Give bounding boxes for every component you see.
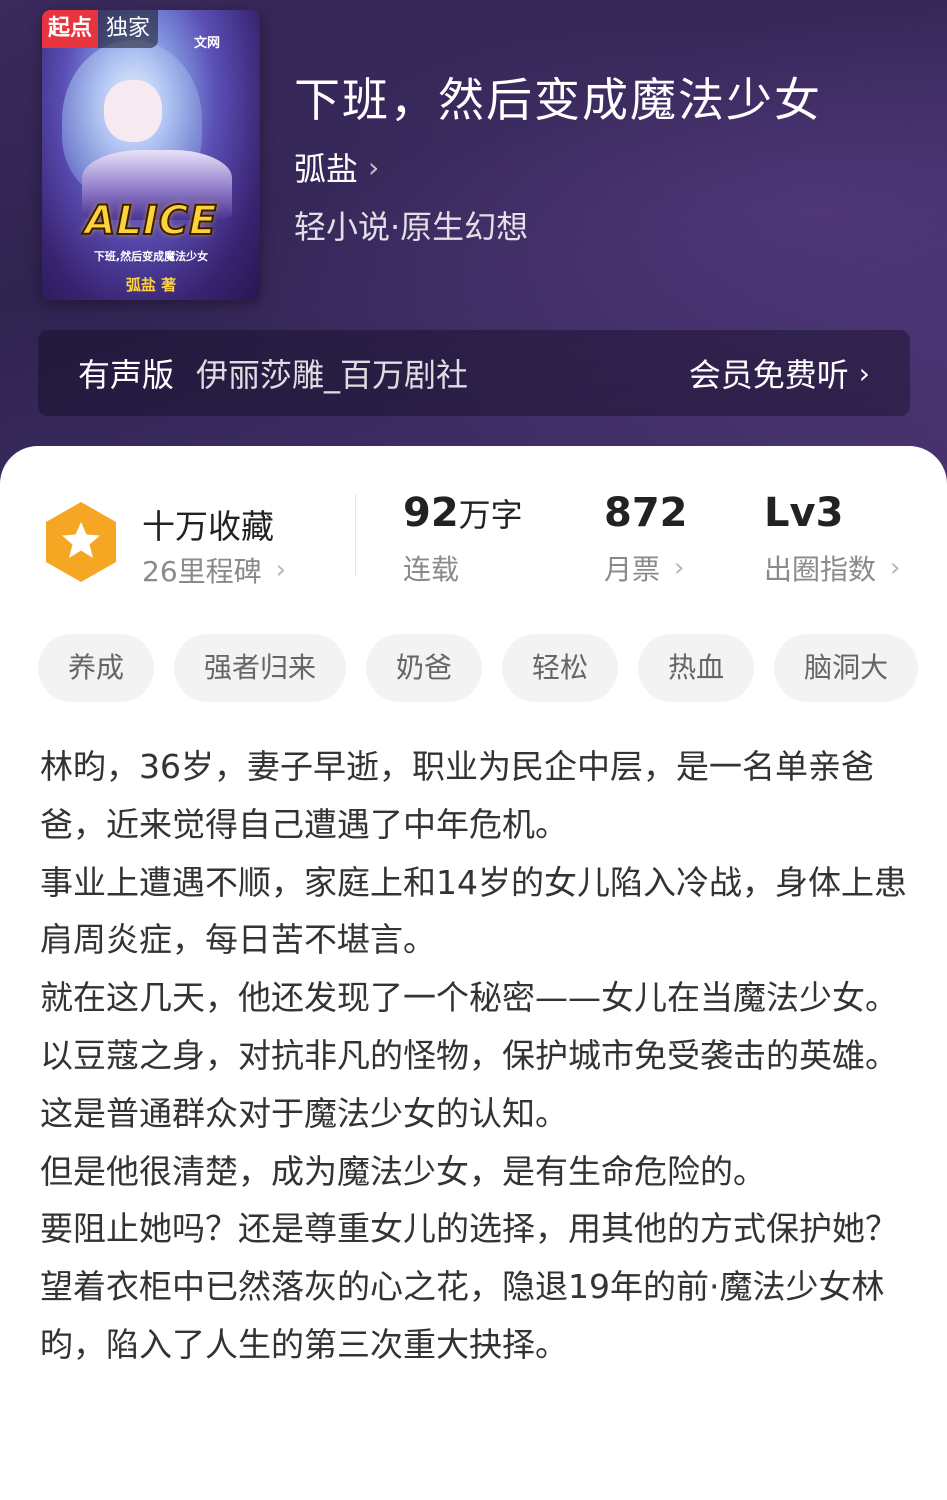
exclusive-label: 独家: [98, 10, 159, 48]
qidian-badge: 起点: [42, 10, 99, 48]
book-genre: 轻小说·原生幻想: [294, 208, 529, 246]
popularity-index-label: 出圈指数: [764, 553, 877, 586]
monthly-tickets-label: 月票: [604, 553, 661, 586]
word-count-number: 92: [403, 490, 459, 536]
monthly-tickets-number: 872: [604, 490, 688, 536]
tag-chip[interactable]: 轻松: [502, 634, 619, 702]
member-free-listen-button[interactable]: 会员免费听 ›: [689, 350, 870, 396]
cover-author-art: 弧盐 著: [125, 276, 177, 294]
description-paragraph: 但是他很清楚，成为魔法少女，是有生命危险的。: [40, 1151, 766, 1191]
audio-label: 有声版: [78, 356, 175, 394]
tag-chip[interactable]: 热血: [638, 634, 755, 702]
word-count-stat: 92万字 连载: [403, 490, 523, 588]
chevron-right-icon: ›: [890, 553, 901, 583]
exclusive-badge: 起点 独家: [42, 10, 159, 48]
audio-version-bar[interactable]: 有声版 伊丽莎雕_百万剧社 会员免费听 ›: [38, 330, 910, 416]
milestones-link[interactable]: 26里程碑 ›: [142, 550, 286, 590]
book-cover[interactable]: 起点 独家 文网 ALICE 下班,然后变成魔法少女 弧盐 著: [42, 10, 260, 300]
description-paragraph: 林昀，36岁，妻子早逝，职业为民企中层，是一名单亲爸爸，近来觉得自己遭遇了中年危…: [40, 747, 874, 844]
cover-site-text: 文网: [194, 36, 221, 51]
description-paragraph: 以豆蔻之身，对抗非凡的怪物，保护城市免受袭击的英雄。这是普通群众对于魔法少女的认…: [40, 1035, 898, 1133]
milestones-label: 26里程碑: [142, 555, 262, 588]
monthly-tickets-stat[interactable]: 872 月票 ›: [604, 490, 688, 588]
author-name: 弧盐: [294, 150, 359, 188]
author-link[interactable]: 弧盐 ›: [294, 144, 379, 190]
audio-narrator: 伊丽莎雕_百万剧社: [196, 356, 469, 394]
cover-title-art: ALICE: [83, 197, 218, 245]
word-count-unit: 万字: [458, 496, 523, 534]
serial-status: 连载: [403, 553, 460, 586]
cover-character-face: [104, 80, 162, 142]
chevron-right-icon: ›: [674, 553, 685, 583]
popularity-level: Lv3: [764, 490, 844, 536]
tag-chip[interactable]: 奶爸: [366, 634, 483, 702]
description-paragraph: 要阻止她吗？还是尊重女儿的选择，用其他的方式保护她？: [40, 1209, 898, 1249]
tag-chip[interactable]: 养成: [38, 634, 155, 702]
tag-chip[interactable]: 强者归来: [174, 634, 347, 702]
description-paragraph: 望着衣柜中已然落灰的心之花，隐退19年的前·魔法少女林昀，陷入了人生的第三次重大…: [40, 1267, 885, 1364]
stats-divider: [355, 494, 356, 576]
member-free-listen-label: 会员免费听: [688, 356, 849, 394]
chevron-right-icon: ›: [275, 555, 287, 585]
book-description[interactable]: 林昀，36岁，妻子早逝，职业为民企中层，是一名单亲爸爸，近来觉得自己遭遇了中年危…: [40, 738, 912, 1374]
cover-subtitle-art: 下班,然后变成魔法少女: [93, 250, 209, 263]
favorite-star-icon: [46, 502, 116, 582]
chevron-right-icon: ›: [858, 356, 870, 390]
tag-chip[interactable]: 脑洞大: [774, 634, 919, 702]
chevron-right-icon: ›: [368, 150, 380, 184]
tag-list: 养成 强者归来 奶爸 轻松 热血 脑洞大: [38, 634, 919, 702]
description-paragraph: 事业上遭遇不顺，家庭上和14岁的女儿陷入冷战，身体上患肩周炎症，每日苦不堪言。: [40, 862, 907, 960]
favorites-count: 十万收藏: [142, 507, 274, 546]
popularity-index-stat[interactable]: Lv3 出圈指数 ›: [764, 490, 900, 588]
book-title: 下班，然后变成魔法少女: [294, 73, 822, 127]
description-paragraph: 就在这几天，他还发现了一个秘密——女儿在当魔法少女。: [40, 978, 898, 1018]
